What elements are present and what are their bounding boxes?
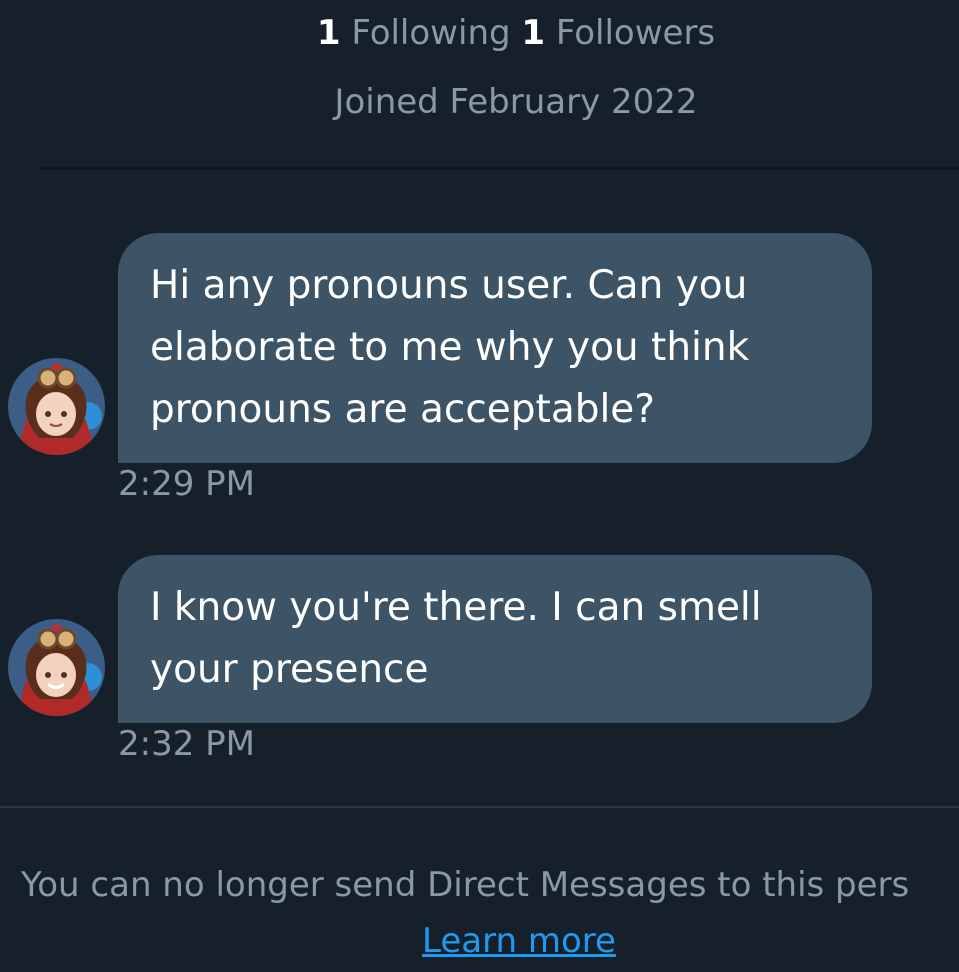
message-text: your presence: [150, 647, 429, 692]
joined-date: Joined February 2022: [334, 82, 698, 122]
message-text: pronouns are acceptable?: [150, 387, 656, 432]
dm-conversation: 1 Following 1 Followers Joined February …: [0, 0, 959, 972]
message-timestamp: 2:32 PM: [118, 724, 255, 764]
follow-stats: 1 Following 1 Followers: [0, 10, 959, 56]
message-bubble[interactable]: I know you're there. I can smell your pr…: [118, 555, 872, 723]
avatar-image: [8, 619, 105, 716]
following-label: Following: [351, 13, 511, 53]
message-text: Hi any pronouns user. Can you: [150, 263, 748, 308]
message-timestamp: 2:29 PM: [118, 464, 255, 504]
avatar[interactable]: [8, 619, 105, 716]
followers-label: Followers: [555, 13, 716, 53]
avatar-image: [8, 358, 105, 455]
divider: [40, 167, 959, 170]
message-bubble[interactable]: Hi any pronouns user. Can you elaborate …: [118, 233, 872, 463]
message-text: I know you're there. I can smell: [150, 585, 762, 630]
divider: [0, 806, 959, 808]
following-link[interactable]: 1 Following: [317, 13, 511, 53]
followers-link[interactable]: 1 Followers: [521, 13, 715, 53]
message-text: elaborate to me why you think: [150, 325, 750, 370]
following-count: 1: [316, 13, 341, 53]
dm-disabled-notice: You can no longer send Direct Messages t…: [21, 865, 910, 905]
avatar[interactable]: [8, 358, 105, 455]
followers-count: 1: [521, 13, 546, 53]
learn-more-link[interactable]: Learn more: [0, 918, 959, 964]
